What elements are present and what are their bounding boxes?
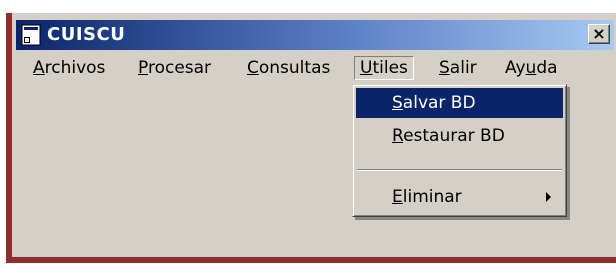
salvar-bd-label: alvar BD <box>402 93 476 113</box>
menu-consultas-label: onsultas <box>258 58 331 78</box>
utiles-dropdown-menu: Salvar BD Restaurar BD Eliminar <box>352 84 567 217</box>
menu-item-eliminar[interactable]: Eliminar <box>356 182 563 212</box>
menu-bar: Archivos Procesar Consultas Utiles Salir… <box>16 53 614 83</box>
menu-separator <box>357 169 562 171</box>
close-icon: × <box>592 24 606 43</box>
menu-archivos-mnemonic: A <box>33 58 45 78</box>
menu-procesar[interactable]: Procesar <box>133 56 216 80</box>
menu-utiles-label: tiles <box>372 58 408 78</box>
menu-utiles-mnemonic: U <box>360 58 373 78</box>
window-title: CUISCU <box>47 24 126 45</box>
restaurar-bd-label: estaurar BD <box>403 126 505 146</box>
menu-item-restaurar-bd[interactable]: Restaurar BD <box>356 121 563 151</box>
menu-utiles[interactable]: Utiles <box>354 56 414 80</box>
eliminar-label: liminar <box>402 187 462 207</box>
menu-salir[interactable]: Salir <box>434 56 482 80</box>
menu-item-salvar-bd[interactable]: Salvar BD <box>356 88 563 118</box>
menu-procesar-label: rocesar <box>147 58 212 78</box>
menu-ayuda-label-pre: Ay <box>505 58 526 78</box>
window-frame-left <box>6 13 12 263</box>
application-icon[interactable] <box>21 24 41 46</box>
menu-ayuda-mnemonic: u <box>525 58 537 78</box>
menu-consultas[interactable]: Consultas <box>242 56 335 80</box>
restaurar-bd-mnemonic: R <box>392 126 404 146</box>
menu-consultas-mnemonic: C <box>247 58 259 78</box>
menu-ayuda[interactable]: Ayuda <box>500 56 563 80</box>
menu-archivos-label: rchivos <box>44 58 106 78</box>
menu-procesar-mnemonic: P <box>138 58 148 78</box>
title-bar[interactable]: CUISCU × <box>16 20 614 50</box>
menu-ayuda-label: da <box>536 58 558 78</box>
menu-salir-label: alir <box>449 58 477 78</box>
submenu-arrow-icon <box>546 192 551 202</box>
window-frame-bottom <box>6 257 616 263</box>
menu-salir-mnemonic: S <box>439 58 450 78</box>
eliminar-mnemonic: E <box>392 187 403 207</box>
salvar-bd-mnemonic: S <box>392 93 403 113</box>
close-button[interactable]: × <box>588 24 610 44</box>
menu-archivos[interactable]: Archivos <box>28 56 110 80</box>
